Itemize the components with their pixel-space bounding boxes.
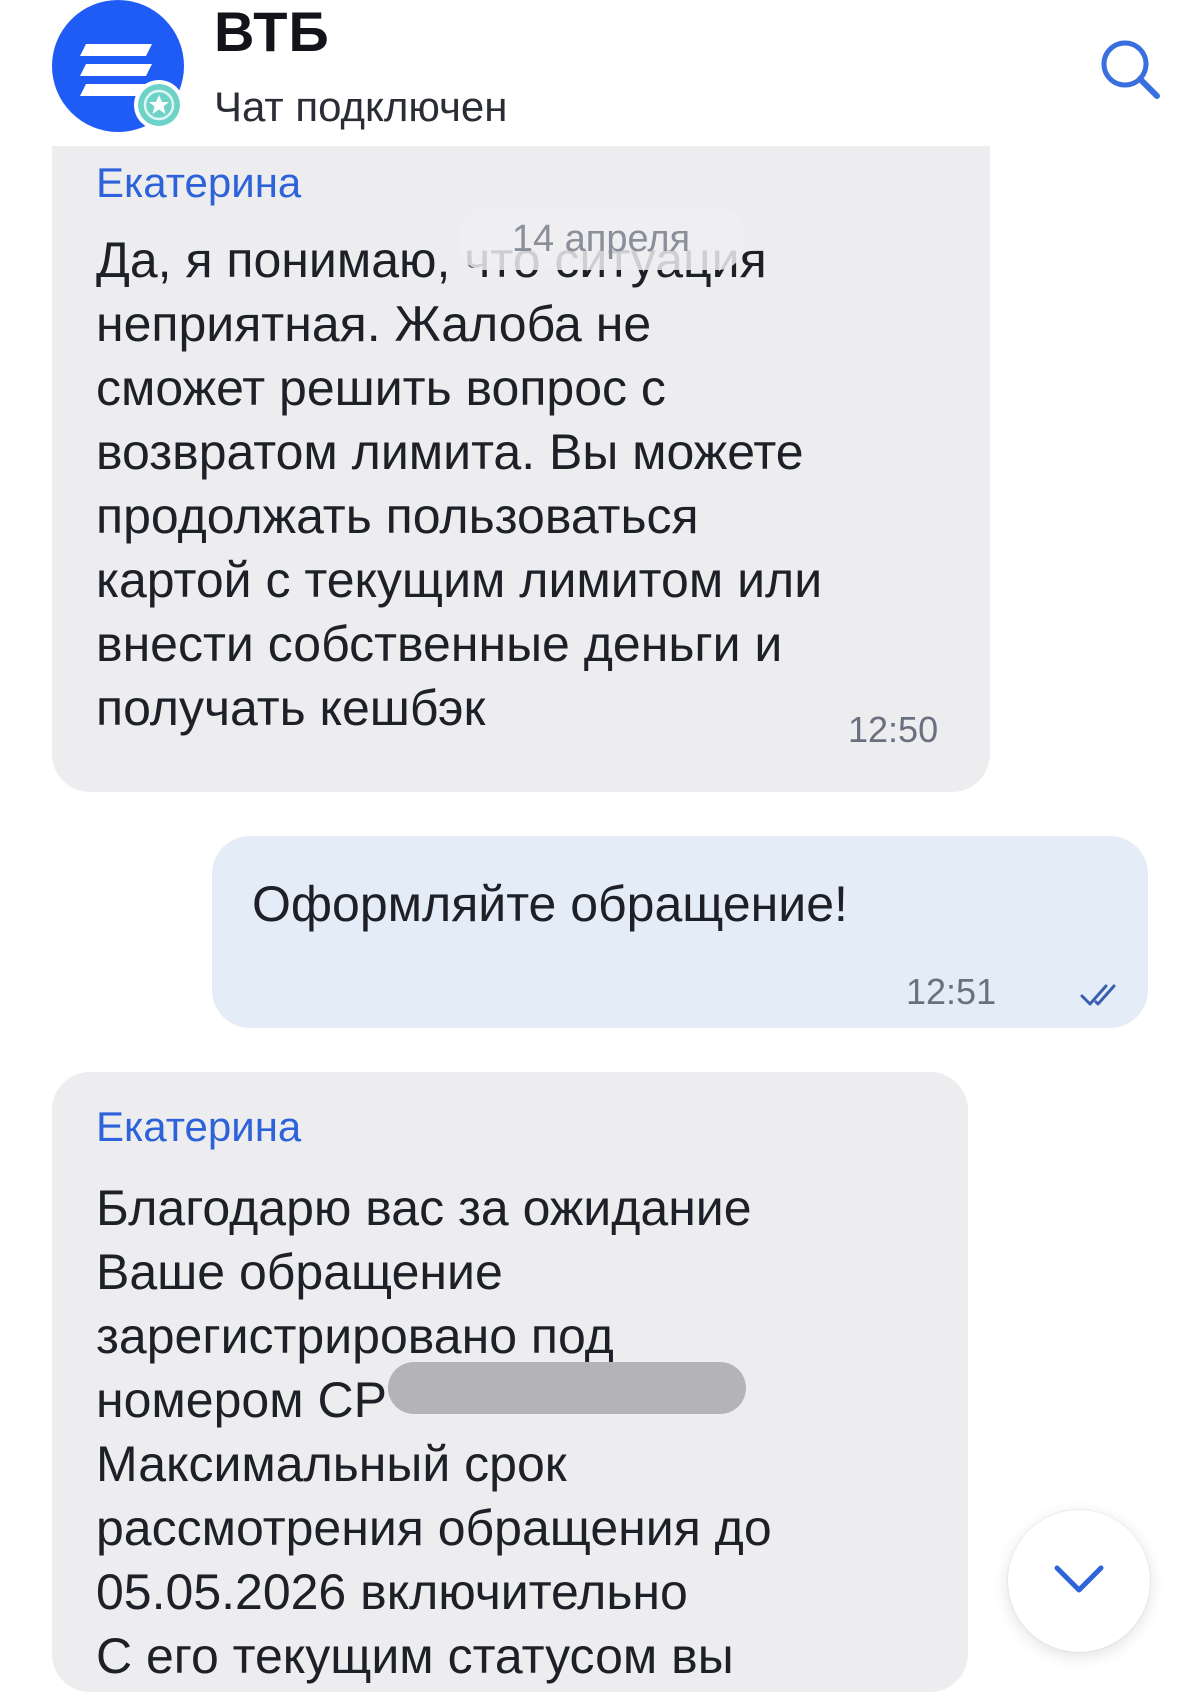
chat-title: ВТБ xyxy=(214,0,330,63)
redaction-mark xyxy=(388,1362,746,1414)
date-separator: 14 апреля xyxy=(458,208,744,270)
message-author: Екатерина xyxy=(96,159,302,206)
double-check-icon xyxy=(1080,984,1116,1006)
message-text: Благодарю вас за ожидание Ваше обращение… xyxy=(96,1180,772,1684)
message-text: Оформляйте обращение! xyxy=(252,876,848,932)
chevron-down-icon xyxy=(1054,1565,1104,1593)
verified-star-icon xyxy=(134,80,184,130)
search-icon[interactable] xyxy=(1095,34,1167,106)
scroll-to-bottom-button[interactable] xyxy=(1008,1510,1150,1652)
message-outgoing[interactable]: Оформляйте обращение! 12:51 xyxy=(212,836,1148,1028)
chat-status: Чат подключен xyxy=(214,83,508,130)
message-time: 12:50 xyxy=(848,709,939,750)
message-text: Да, я понимаю, что ситуация неприятная. … xyxy=(96,232,823,736)
message-time: 12:51 xyxy=(906,971,997,1012)
message-author: Екатерина xyxy=(96,1103,302,1150)
chat-header: ВТБ Чат подключен xyxy=(0,0,1192,140)
